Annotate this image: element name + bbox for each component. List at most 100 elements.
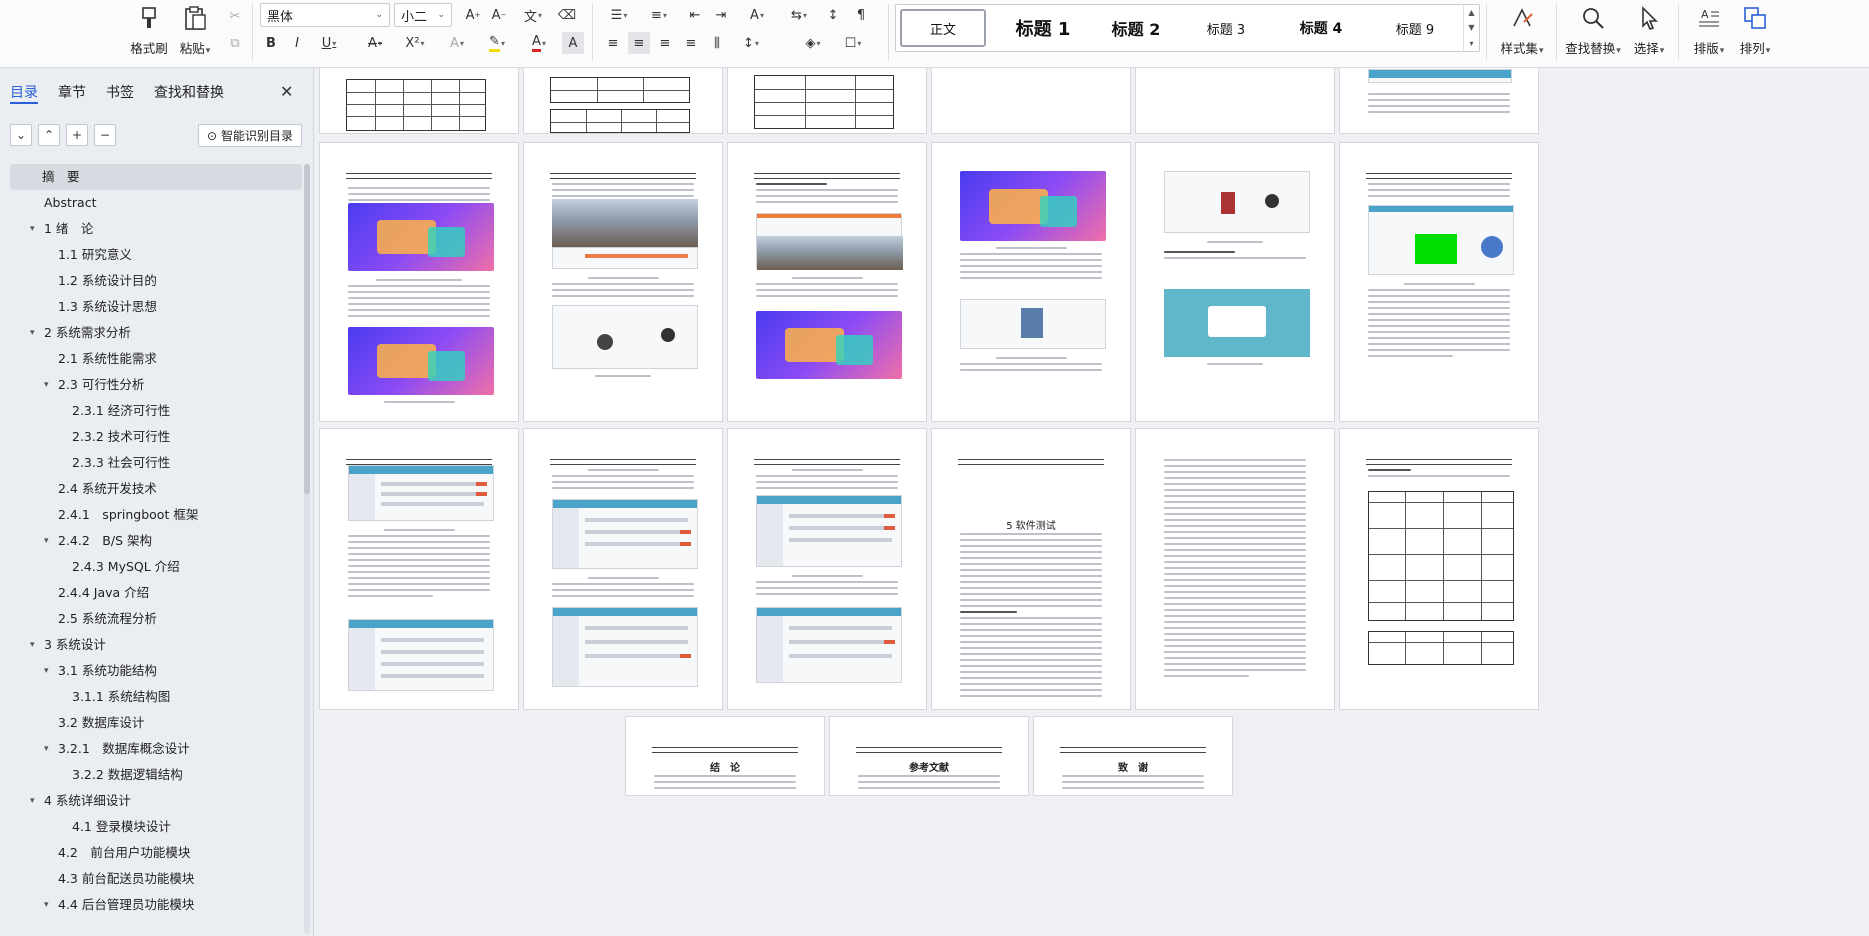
char-shading-icon[interactable]: A <box>562 32 584 54</box>
distribute-icon[interactable]: ⫼ <box>706 32 728 54</box>
toc-scrollbar[interactable] <box>304 164 310 934</box>
document-page[interactable] <box>727 428 927 710</box>
copy-icon[interactable]: ⧉ <box>224 32 246 54</box>
style-heading-2[interactable]: 标题 2 <box>1094 9 1178 47</box>
chevron-up-icon[interactable]: ▲ <box>1468 8 1474 17</box>
styles-scroller[interactable]: ▲ ▼ ▾ <box>1463 5 1479 51</box>
toc-item[interactable]: 摘 要 <box>10 164 302 190</box>
toc-item[interactable]: ▾ 3.2.1 数据库概念设计 <box>10 736 302 762</box>
toc-item[interactable]: 1.1 研究意义 <box>10 242 302 268</box>
numbered-list-icon[interactable]: ≡ ▾ <box>642 4 676 26</box>
align-right-icon[interactable]: ≡ <box>654 32 676 54</box>
document-page[interactable] <box>1135 68 1335 134</box>
toc-item[interactable]: ▾ 1 绪 论 <box>10 216 302 242</box>
toc-item[interactable]: 3.1.1 系统结构图 <box>10 684 302 710</box>
underline-icon[interactable]: U ▾ <box>312 32 346 54</box>
document-page[interactable] <box>523 68 723 134</box>
document-page[interactable] <box>727 68 927 134</box>
justify-icon[interactable]: ≡ <box>680 32 702 54</box>
chevron-down-icon[interactable]: ▾ <box>44 528 49 554</box>
style-heading-1[interactable]: 标题 1 <box>996 9 1090 47</box>
toc-item[interactable]: ▾ 4.4 后台管理员功能模块 <box>10 892 302 918</box>
chevron-down-icon[interactable]: ▾ <box>44 372 49 398</box>
document-page[interactable]: 参考文献 <box>829 716 1029 796</box>
document-multipage-view[interactable]: 5 软件测试 结 论 参考文献 致 谢 <box>315 68 1869 936</box>
show-marks-icon[interactable]: ¶ <box>850 4 872 26</box>
italic-icon[interactable]: I <box>286 32 308 54</box>
toc-item[interactable]: 2.3.3 社会可行性 <box>10 450 302 476</box>
toc-item[interactable]: ▾ 3 系统设计 <box>10 632 302 658</box>
chevron-down-icon[interactable]: ▾ <box>30 788 35 814</box>
style-normal[interactable]: 正文 <box>900 9 986 47</box>
tab-bookmarks[interactable]: 书签 <box>106 82 134 104</box>
chevron-down-icon[interactable]: ▾ <box>44 892 49 918</box>
document-page[interactable] <box>523 428 723 710</box>
arrange-button[interactable]: 排列▾ <box>1732 2 1778 64</box>
toc-item[interactable]: ▾ 2.4.2 B/S 架构 <box>10 528 302 554</box>
select-button[interactable]: 选择▾ <box>1626 2 1672 64</box>
document-page[interactable] <box>727 142 927 422</box>
document-page[interactable] <box>1339 142 1539 422</box>
shading-icon[interactable]: ◈ ▾ <box>796 32 830 54</box>
document-page[interactable] <box>931 68 1131 134</box>
bullet-list-icon[interactable]: ☰ ▾ <box>602 4 636 26</box>
strikethrough-icon[interactable]: A ▾ <box>358 32 392 54</box>
toc-item[interactable]: 1.3 系统设计思想 <box>10 294 302 320</box>
toc-item[interactable]: 2.4.3 MySQL 介绍 <box>10 554 302 580</box>
style-heading-3[interactable]: 标题 3 <box>1184 9 1268 47</box>
document-page[interactable] <box>1135 142 1335 422</box>
toc-item[interactable]: 2.5 系统流程分析 <box>10 606 302 632</box>
paste-button[interactable]: 粘贴▾ <box>172 2 218 64</box>
document-page[interactable] <box>523 142 723 422</box>
chevron-down-icon[interactable]: ▾ <box>30 632 35 658</box>
chevron-down-icon[interactable]: ▼ <box>1468 23 1474 32</box>
font-color-icon[interactable]: A ▾ <box>522 32 556 54</box>
document-page[interactable]: 结 论 <box>625 716 825 796</box>
expand-gallery-icon[interactable]: ▾ <box>1469 39 1473 48</box>
toc-item[interactable]: 4.2 前台用户功能模块 <box>10 840 302 866</box>
swap-icon[interactable]: ⇆ ▾ <box>782 4 816 26</box>
tab-sections[interactable]: 章节 <box>58 82 86 104</box>
toc-item[interactable]: 2.1 系统性能需求 <box>10 346 302 372</box>
tab-toc[interactable]: 目录 <box>10 82 38 104</box>
tab-find-replace[interactable]: 查找和替换 <box>154 82 224 104</box>
toc-item[interactable]: 3.2 数据库设计 <box>10 710 302 736</box>
toc-item[interactable]: ▾ 2 系统需求分析 <box>10 320 302 346</box>
document-page[interactable] <box>319 68 519 134</box>
toc-item[interactable]: Abstract <box>10 190 302 216</box>
chevron-up-icon[interactable]: ⌃ <box>38 124 60 146</box>
decrease-indent-icon[interactable]: ⇤ <box>684 4 706 26</box>
chevron-down-icon[interactable]: ⌄ <box>10 124 32 146</box>
document-page[interactable]: 致 谢 <box>1033 716 1233 796</box>
smart-toc-button[interactable]: ⊙ 智能识别目录 <box>198 124 302 147</box>
document-page[interactable] <box>319 142 519 422</box>
shrink-font-icon[interactable]: A − <box>488 4 510 26</box>
toc-item[interactable]: 4.1 登录模块设计 <box>10 814 302 840</box>
document-page[interactable] <box>931 142 1131 422</box>
grow-font-icon[interactable]: A + <box>462 4 484 26</box>
remove-icon[interactable]: − <box>94 124 116 146</box>
document-page[interactable] <box>1339 68 1539 134</box>
toc-item[interactable]: ▾ 3.1 系统功能结构 <box>10 658 302 684</box>
toc-item[interactable]: 1.2 系统设计目的 <box>10 268 302 294</box>
chevron-down-icon[interactable]: ▾ <box>44 658 49 684</box>
font-name-select[interactable]: 黑体 ⌄ <box>260 3 390 27</box>
line-spacing-icon[interactable]: ↕ ▾ <box>734 32 768 54</box>
style-heading-9[interactable]: 标题 9 <box>1372 9 1458 47</box>
cut-icon[interactable]: ✂ <box>224 5 246 27</box>
chevron-down-icon[interactable]: ▾ <box>44 736 49 762</box>
highlight-icon[interactable]: ✎ ▾ <box>480 32 514 54</box>
text-effect-icon[interactable]: A ▾ <box>440 32 474 54</box>
toc-item[interactable]: 3.2.2 数据逻辑结构 <box>10 762 302 788</box>
style-set-button[interactable]: 样式集▾ <box>1492 2 1552 64</box>
phonetic-guide-icon[interactable]: 文 ▾ <box>516 4 550 26</box>
superscript-icon[interactable]: X² ▾ <box>398 32 432 54</box>
align-left-icon[interactable]: ≡ <box>602 32 624 54</box>
toc-item[interactable]: 2.3.2 技术可行性 <box>10 424 302 450</box>
text-direction-icon[interactable]: A ▾ <box>740 4 774 26</box>
toc-item[interactable]: 2.4.4 Java 介绍 <box>10 580 302 606</box>
toc-item[interactable]: ▾ 4 系统详细设计 <box>10 788 302 814</box>
chevron-down-icon[interactable]: ▾ <box>30 216 35 242</box>
document-page[interactable]: 5 软件测试 <box>931 428 1131 710</box>
add-icon[interactable]: + <box>66 124 88 146</box>
